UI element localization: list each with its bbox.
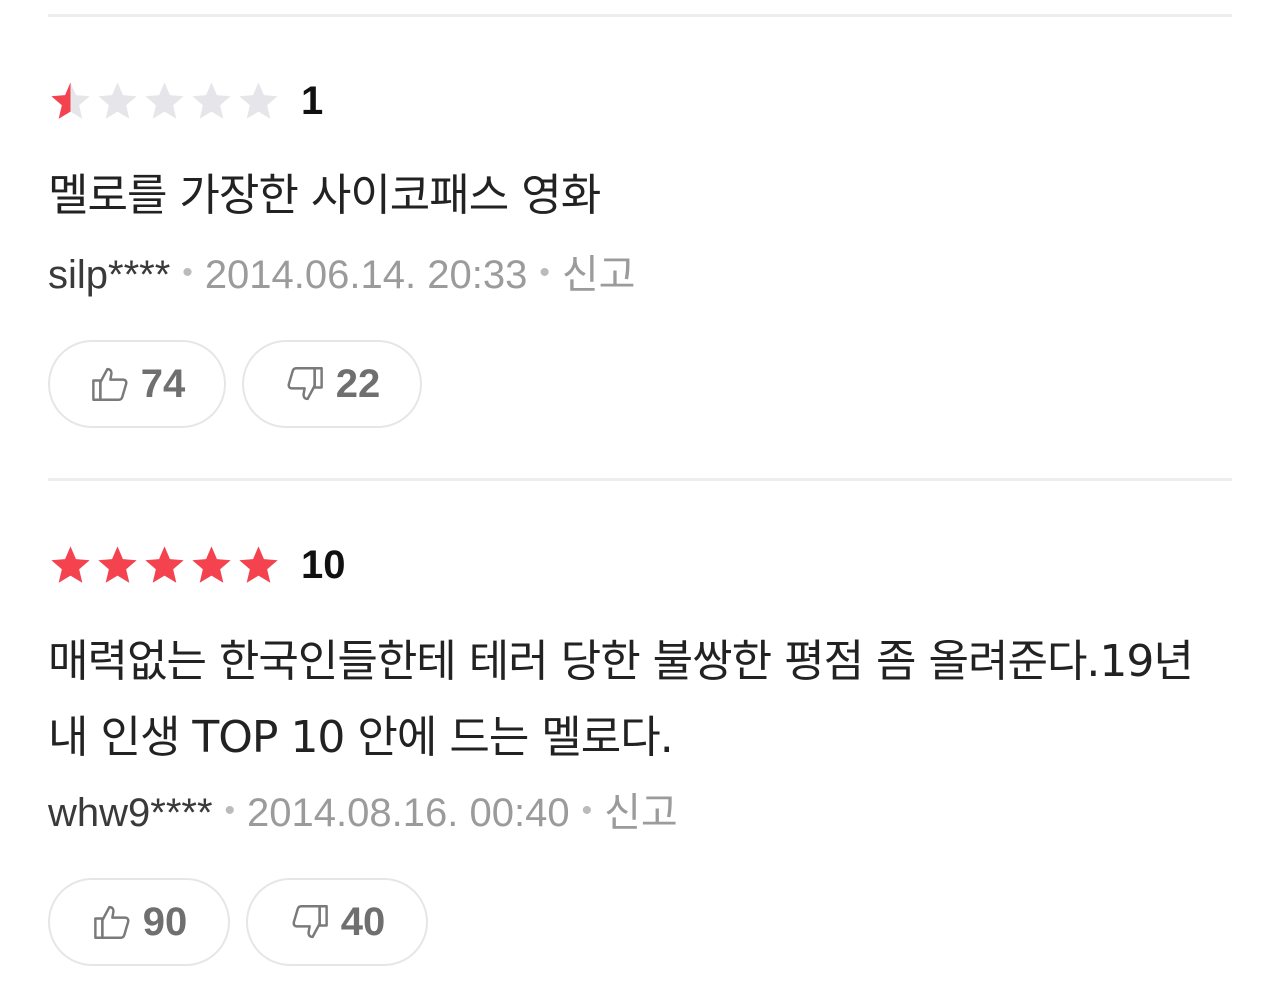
star-icon — [51, 545, 90, 583]
report-link[interactable]: 신고 — [604, 790, 678, 836]
review-date: 2014.08.16. 00:40 — [247, 791, 570, 835]
thumbs-down-icon — [289, 901, 331, 943]
star-icon — [239, 545, 278, 583]
star-icon — [192, 545, 231, 583]
meta-separator: • — [581, 794, 593, 827]
review-meta: whw9**** • 2014.08.16. 00:40 • 신고 — [48, 786, 678, 838]
star-icon — [145, 545, 184, 583]
star-icon — [98, 545, 137, 583]
rating-row: 10 — [48, 540, 346, 590]
meta-separator: • — [224, 794, 236, 827]
dislike-count: 40 — [340, 899, 386, 944]
rating-score: 10 — [301, 542, 346, 587]
like-count: 90 — [142, 899, 188, 944]
review-item: 10 매력없는 한국인들한테 테러 당한 불쌍한 평점 좀 올려준다.19년 내… — [48, 0, 1232, 1008]
star-rating — [48, 543, 281, 588]
dislike-button[interactable]: 40 — [246, 878, 428, 966]
vote-buttons: 90 40 — [48, 878, 428, 966]
thumbs-up-icon — [91, 901, 133, 943]
review-author: whw9**** — [48, 791, 213, 835]
like-button[interactable]: 90 — [48, 878, 230, 966]
review-comment: 매력없는 한국인들한테 테러 당한 불쌍한 평점 좀 올려준다.19년 내 인생… — [48, 636, 1194, 763]
